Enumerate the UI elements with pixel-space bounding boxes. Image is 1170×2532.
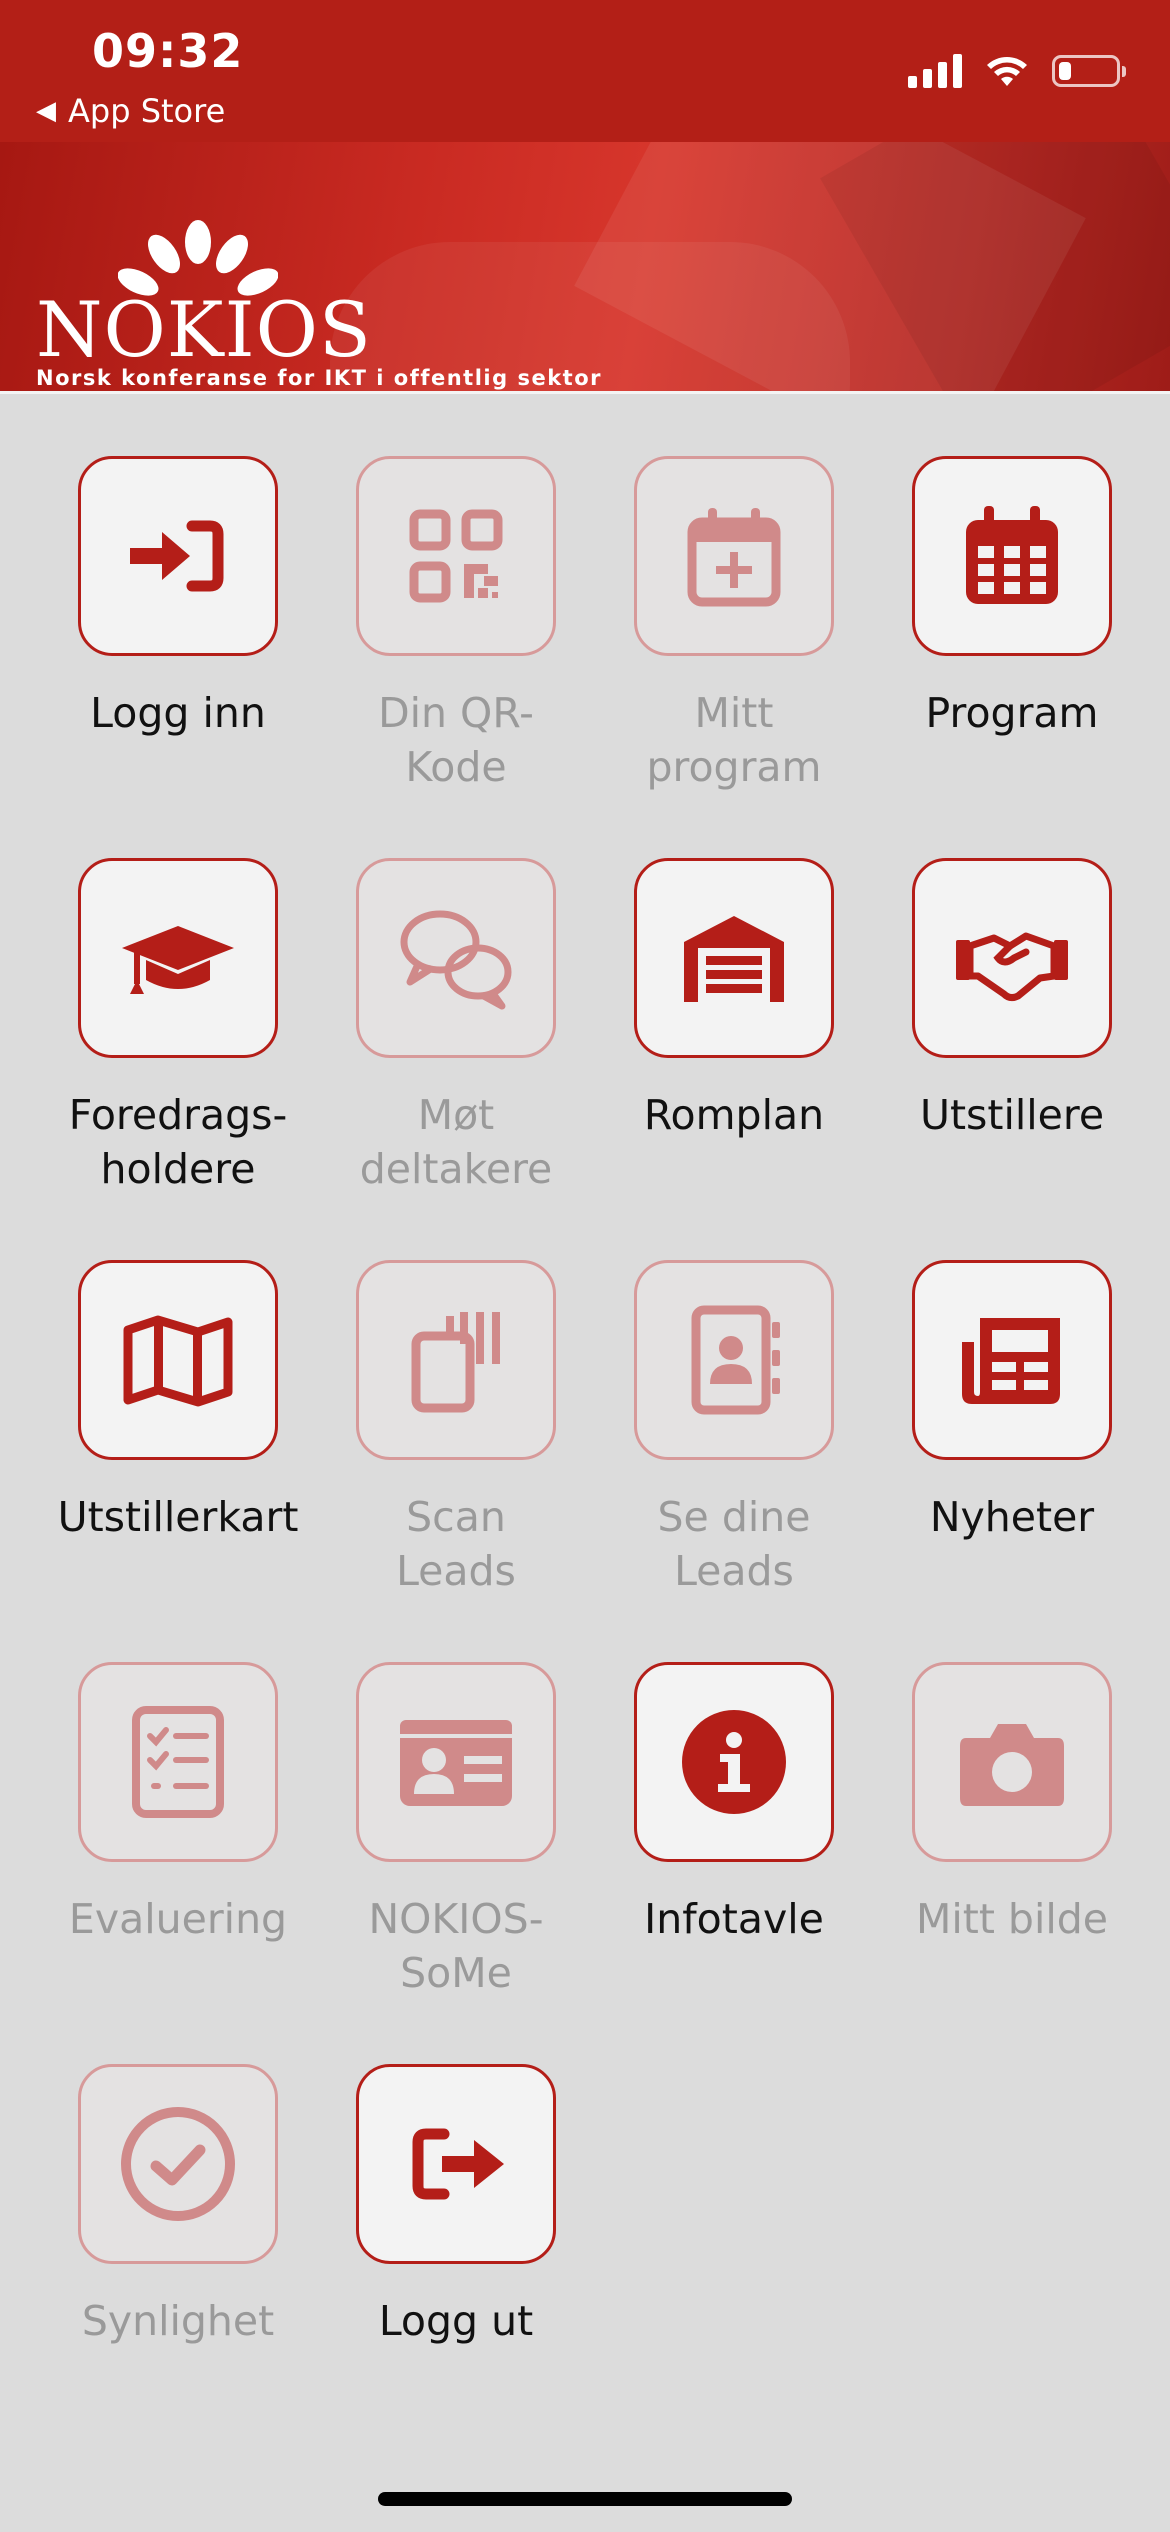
tile-nyheter[interactable]: Nyheter <box>873 1260 1151 1662</box>
tile-label: Nyheter <box>929 1493 1095 1541</box>
tile-label: Program <box>925 689 1099 737</box>
tile-label: Foredrags- holdere <box>68 1091 288 1193</box>
tile-synlighet[interactable]: Synlighet <box>39 2064 317 2466</box>
status-bar: 09:32 ◀ App Store <box>0 0 1170 142</box>
tile-infotavle[interactable]: Infotavle <box>595 1662 873 2064</box>
status-time: 09:32 <box>92 24 244 78</box>
tile-button[interactable] <box>78 858 278 1058</box>
qr-code-icon <box>396 496 516 616</box>
calendar-icon <box>952 496 1072 616</box>
tile-button[interactable] <box>356 1662 556 1862</box>
tile-label: Din QR- Kode <box>378 689 534 791</box>
tile-utstillerkart[interactable]: Utstillerkart <box>39 1260 317 1662</box>
tile-label: Romplan <box>643 1091 825 1139</box>
chat-bubbles-icon <box>396 898 516 1018</box>
tile-button[interactable] <box>912 456 1112 656</box>
camera-icon <box>952 1702 1072 1822</box>
tile-label: Møt deltakere <box>359 1091 553 1193</box>
calendar-plus-icon <box>674 496 794 616</box>
tile-button[interactable] <box>356 858 556 1058</box>
back-caret-icon: ◀ <box>36 96 56 126</box>
tile-label: Scan Leads <box>396 1493 516 1595</box>
tile-label: Se dine Leads <box>657 1493 811 1595</box>
home-indicator[interactable] <box>378 2492 792 2506</box>
tile-scan-leads[interactable]: Scan Leads <box>317 1260 595 1662</box>
newspaper-icon <box>952 1300 1072 1420</box>
tile-button[interactable] <box>912 1260 1112 1460</box>
tile-label: Infotavle <box>644 1895 824 1943</box>
wifi-icon <box>987 57 1027 86</box>
battery-icon <box>1052 55 1126 87</box>
tile-button[interactable] <box>634 456 834 656</box>
id-card-icon <box>396 1702 516 1822</box>
tile-evaluering[interactable]: Evaluering <box>39 1662 317 2064</box>
tile-logg-inn[interactable]: Logg inn <box>39 456 317 858</box>
tile-label: Mitt program <box>646 689 822 791</box>
tile-button[interactable] <box>912 1662 1112 1862</box>
tile-logg-ut[interactable]: Logg ut <box>317 2064 595 2466</box>
tile-mitt-bilde[interactable]: Mitt bilde <box>873 1662 1151 2064</box>
tile-din-qr-kode[interactable]: Din QR- Kode <box>317 456 595 858</box>
tile-label: Mitt bilde <box>915 1895 1108 1943</box>
tile-nokios-some[interactable]: NOKIOS- SoMe <box>317 1662 595 2064</box>
tile-button[interactable] <box>78 2064 278 2264</box>
tile-label: Utstillere <box>919 1091 1105 1139</box>
back-to-app-store[interactable]: ◀ App Store <box>36 92 225 130</box>
logout-icon <box>396 2104 516 2224</box>
checklist-icon <box>118 1702 238 1822</box>
handshake-icon <box>952 898 1072 1018</box>
back-label: App Store <box>68 92 226 130</box>
signal-icon <box>908 54 962 88</box>
tile-button[interactable] <box>356 1260 556 1460</box>
tile-program[interactable]: Program <box>873 456 1151 858</box>
tile-button[interactable] <box>634 1260 834 1460</box>
tile-button[interactable] <box>78 456 278 656</box>
tile-foredragsholdere[interactable]: Foredrags- holdere <box>39 858 317 1260</box>
tile-label: Synlighet <box>81 2297 275 2345</box>
tile-romplan[interactable]: Romplan <box>595 858 873 1260</box>
tile-label: Evaluering <box>68 1895 288 1943</box>
tile-label: Utstillerkart <box>57 1493 299 1541</box>
tile-button[interactable] <box>356 2064 556 2264</box>
tile-button[interactable] <box>634 1662 834 1862</box>
address-book-icon <box>674 1300 794 1420</box>
tile-button[interactable] <box>912 858 1112 1058</box>
tile-button[interactable] <box>634 858 834 1058</box>
warehouse-icon <box>674 898 794 1018</box>
tile-button[interactable] <box>356 456 556 656</box>
tile-button[interactable] <box>78 1662 278 1862</box>
scanner-icon <box>396 1300 516 1420</box>
graduation-cap-icon <box>118 898 238 1018</box>
tile-se-dine-leads[interactable]: Se dine Leads <box>595 1260 873 1662</box>
tile-utstillere[interactable]: Utstillere <box>873 858 1151 1260</box>
logo-subtitle: Norsk konferanse for IKT i offentlig sek… <box>36 366 602 390</box>
map-icon <box>118 1300 238 1420</box>
info-icon <box>674 1702 794 1822</box>
tile-label: Logg ut <box>378 2297 534 2345</box>
tile-mitt-program[interactable]: Mitt program <box>595 456 873 858</box>
logo-text: NOKIOS <box>36 285 372 374</box>
tile-mot-deltakere[interactable]: Møt deltakere <box>317 858 595 1260</box>
menu-grid: Logg inn Din QR- Kode Mitt program Progr… <box>39 456 1151 2466</box>
banner-divider <box>0 391 1170 394</box>
tile-label: NOKIOS- SoMe <box>368 1895 544 1997</box>
header-banner: NOKIOS Norsk konferanse for IKT i offent… <box>0 142 1170 392</box>
check-circle-icon <box>118 2104 238 2224</box>
tile-label: Logg inn <box>90 689 266 737</box>
tile-button[interactable] <box>78 1260 278 1460</box>
login-icon <box>118 496 238 616</box>
